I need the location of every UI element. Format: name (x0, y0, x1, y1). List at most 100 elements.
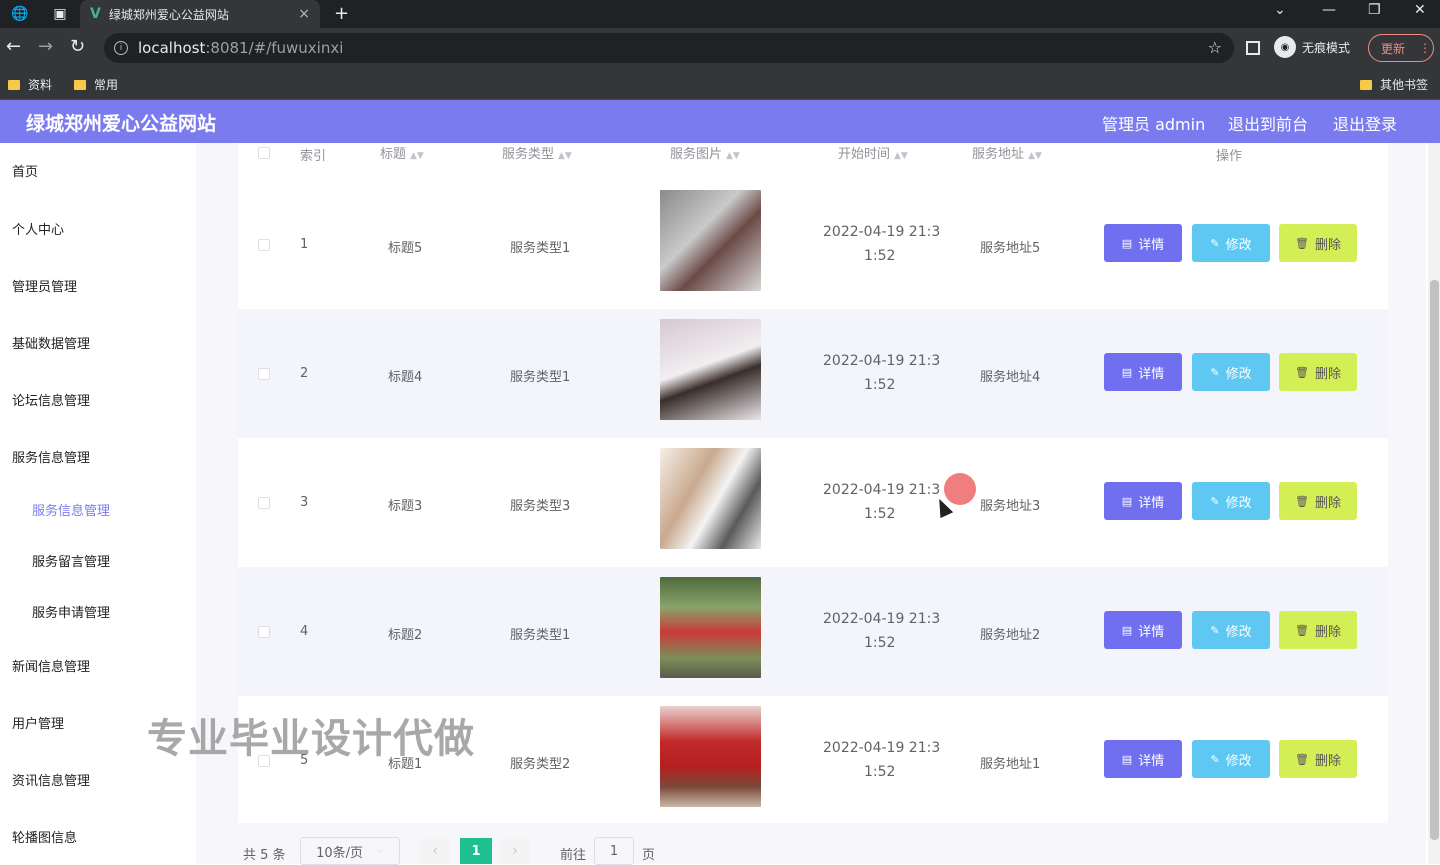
cell-address: 服务地址4 (980, 370, 1041, 385)
update-label: 更新 (1381, 41, 1406, 56)
minimize-icon[interactable]: — (1322, 2, 1336, 18)
new-tab-button[interactable]: + (334, 3, 349, 24)
detail-button[interactable]: ▤ 详情 (1104, 611, 1182, 649)
cell-title: 标题2 (388, 628, 423, 643)
bookmark-folder[interactable]: 资料 (8, 76, 52, 93)
tab-list-icon[interactable]: ▣ (50, 4, 70, 24)
sidebar-subitem-service-message[interactable]: 服务留言管理 (32, 551, 110, 570)
front-link[interactable]: 退出到前台 (1228, 111, 1308, 135)
edit-button[interactable]: ✎ 修改 (1192, 611, 1270, 649)
sidebar-item-users[interactable]: 用户管理 (12, 713, 64, 732)
sort-icon[interactable]: ▲▼ (558, 151, 572, 161)
side-panel-icon[interactable] (1246, 41, 1260, 55)
detail-button[interactable]: ▤ 详情 (1104, 353, 1182, 391)
cell-index: 2 (300, 366, 309, 381)
sidebar-item-home[interactable]: 首页 (12, 161, 38, 180)
cell-time-line1: 2022-04-19 21:3 (823, 353, 941, 369)
detail-button[interactable]: ▤ 详情 (1104, 224, 1182, 262)
sort-icon[interactable]: ▲▼ (410, 151, 424, 161)
sort-icon[interactable]: ▲▼ (1028, 151, 1042, 161)
page-size-value: 10条/页 (316, 845, 364, 861)
incognito-indicator[interactable]: ◉ 无痕模式 (1274, 36, 1350, 58)
browser-globe-icon[interactable]: 🌐 (10, 4, 30, 24)
pencil-icon: ✎ (1210, 623, 1220, 637)
document-icon: ▤ (1121, 494, 1133, 508)
sidebar-item-admin[interactable]: 管理员管理 (12, 276, 77, 295)
detail-button[interactable]: ▤ 详情 (1104, 740, 1182, 778)
cell-title: 标题3 (388, 499, 423, 514)
col-header-image[interactable]: 服务图片 ▲▼ (670, 143, 740, 163)
back-icon[interactable]: ← (6, 37, 21, 57)
row-checkbox[interactable] (258, 626, 270, 638)
row-checkbox[interactable] (258, 497, 270, 509)
pagination-total: 共 5 条 (243, 848, 286, 863)
tab-search-icon[interactable]: ⌄ (1274, 2, 1286, 18)
detail-label: 详情 (1138, 366, 1165, 382)
trash-icon: 🗑 (1295, 494, 1309, 508)
bookmark-star-icon[interactable]: ☆ (1208, 38, 1222, 57)
next-page-button[interactable]: › (500, 838, 530, 864)
edit-button[interactable]: ✎ 修改 (1192, 482, 1270, 520)
forward-icon[interactable]: → (38, 37, 53, 57)
col-header-address[interactable]: 服务地址 ▲▼ (972, 143, 1042, 163)
reload-icon[interactable]: ↻ (70, 37, 85, 57)
table-row: 1 标题5 服务类型1 2022-04-19 21:3 1:52 服务地址5 ▤… (238, 180, 1388, 309)
col-header-time[interactable]: 开始时间 ▲▼ (838, 143, 908, 163)
sidebar-item-basedata[interactable]: 基础数据管理 (12, 333, 90, 352)
delete-button[interactable]: 🗑 删除 (1279, 740, 1357, 778)
browser-tab[interactable]: V 绿城郑州爱心公益网站 × (80, 0, 320, 28)
sidebar-item-service[interactable]: 服务信息管理 (12, 447, 90, 466)
url-input[interactable]: i localhost:8081/#/fuwuxinxi ☆ (104, 33, 1234, 63)
col-header-type[interactable]: 服务类型 ▲▼ (502, 143, 572, 163)
edit-button[interactable]: ✎ 修改 (1192, 224, 1270, 262)
page-number-current[interactable]: 1 (460, 838, 492, 864)
scrollbar-thumb[interactable] (1430, 280, 1439, 840)
bookmark-label: 常用 (94, 78, 119, 92)
logout-link[interactable]: 退出登录 (1333, 111, 1397, 135)
incognito-icon: ◉ (1274, 36, 1296, 58)
service-image (660, 706, 761, 807)
cell-type: 服务类型1 (510, 628, 571, 643)
row-checkbox[interactable] (258, 368, 270, 380)
sidebar-item-carousel[interactable]: 轮播图信息 (12, 827, 77, 846)
sidebar-item-info[interactable]: 资讯信息管理 (12, 770, 90, 789)
sidebar-item-news[interactable]: 新闻信息管理 (12, 656, 90, 675)
close-window-icon[interactable]: ✕ (1414, 2, 1426, 18)
select-all-checkbox[interactable] (258, 147, 270, 159)
tab-close-icon[interactable]: × (298, 6, 310, 22)
col-header-label: 服务类型 (502, 147, 555, 162)
cell-time-line2: 1:52 (864, 377, 896, 393)
menu-dots-icon: ⋮ (1419, 41, 1432, 55)
cell-address: 服务地址3 (980, 499, 1041, 514)
edit-button[interactable]: ✎ 修改 (1192, 353, 1270, 391)
goto-page-input[interactable]: 1 (594, 837, 634, 865)
row-checkbox[interactable] (258, 239, 270, 251)
sidebar-subitem-service-apply[interactable]: 服务申请管理 (32, 602, 110, 621)
tab-title: 绿城郑州爱心公益网站 (108, 7, 229, 22)
sort-icon[interactable]: ▲▼ (894, 151, 908, 161)
col-header-title[interactable]: 标题 ▲▼ (380, 143, 424, 163)
prev-page-button[interactable]: ‹ (420, 838, 450, 864)
sidebar-item-profile[interactable]: 个人中心 (12, 219, 64, 238)
delete-button[interactable]: 🗑 删除 (1279, 611, 1357, 649)
update-button[interactable]: 更新 ⋮ (1368, 34, 1434, 62)
sidebar-item-forum[interactable]: 论坛信息管理 (12, 390, 90, 409)
col-header-label: 服务图片 (670, 147, 723, 162)
detail-label: 详情 (1138, 495, 1165, 511)
site-info-icon[interactable]: i (114, 41, 128, 55)
delete-button[interactable]: 🗑 删除 (1279, 224, 1357, 262)
cell-time-line1: 2022-04-19 21:3 (823, 224, 941, 240)
detail-button[interactable]: ▤ 详情 (1104, 482, 1182, 520)
service-image (660, 190, 761, 291)
bookmark-folder[interactable]: 常用 (74, 76, 118, 93)
edit-label: 修改 (1225, 753, 1252, 769)
restore-icon[interactable]: ❐ (1368, 2, 1381, 18)
page-size-select[interactable]: 10条/页 ⌵ (300, 837, 400, 865)
other-bookmarks[interactable]: 其他书签 (1360, 76, 1428, 93)
delete-button[interactable]: 🗑 删除 (1279, 482, 1357, 520)
sidebar-subitem-service-info[interactable]: 服务信息管理 (32, 500, 110, 519)
pencil-icon: ✎ (1210, 236, 1220, 250)
sort-icon[interactable]: ▲▼ (726, 151, 740, 161)
edit-button[interactable]: ✎ 修改 (1192, 740, 1270, 778)
delete-button[interactable]: 🗑 删除 (1279, 353, 1357, 391)
